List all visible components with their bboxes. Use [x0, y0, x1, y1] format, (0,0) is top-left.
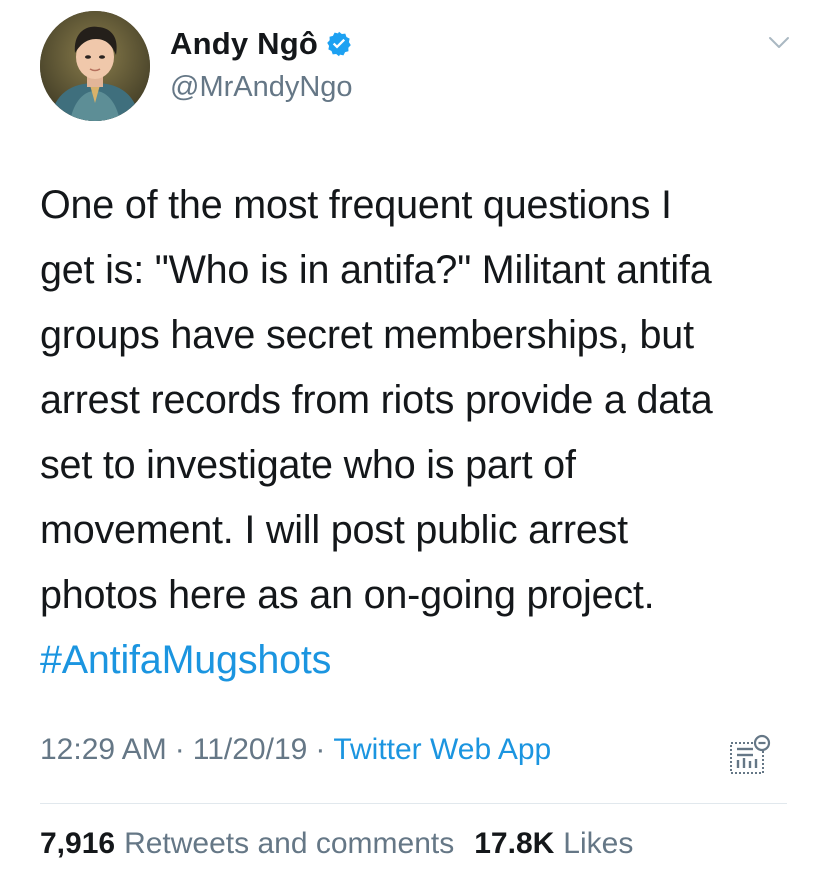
stats-divider [40, 803, 787, 804]
author-name-row[interactable]: Andy Ngô [170, 26, 353, 62]
tweet-source-link[interactable]: Twitter Web App [333, 733, 551, 767]
tweet-meta: 12:29 AM · 11/20/19 · Twitter Web App [40, 733, 551, 767]
tweet-text-line: set to investigate who is part of [40, 443, 576, 487]
tweet-time[interactable]: 12:29 AM [40, 733, 167, 767]
retweets-label[interactable]: Retweets and comments [124, 827, 454, 861]
chevron-down-icon[interactable] [768, 35, 790, 51]
tweet-text-line: photos here as an on-going project. [40, 573, 655, 617]
avatar[interactable] [40, 11, 150, 121]
meta-separator: · [174, 733, 185, 766]
tweet-text: One of the most frequent questions I get… [40, 173, 800, 693]
tweet-stats: 7,916 Retweets and comments 17.8K Likes [40, 827, 653, 861]
tweet-text-line: movement. I will post public arrest [40, 508, 628, 552]
avatar-illustration [40, 11, 150, 121]
likes-label[interactable]: Likes [563, 827, 633, 861]
retweets-count[interactable]: 7,916 [40, 827, 115, 861]
verified-badge-icon [327, 31, 351, 57]
likes-count[interactable]: 17.8K [474, 827, 554, 861]
author-handle[interactable]: @MrAndyNgo [170, 71, 353, 104]
tweet-analytics-icon[interactable] [729, 734, 771, 776]
tweet-text-line: groups have secret memberships, but [40, 313, 694, 357]
tweet-text-line: get is: "Who is in antifa?" Militant ant… [40, 248, 712, 292]
tweet-text-line: arrest records from riots provide a data [40, 378, 713, 422]
hashtag-link[interactable]: #AntifaMugshots [40, 628, 800, 693]
tweet-date[interactable]: 11/20/19 [193, 733, 308, 767]
tweet-text-line: One of the most frequent questions I [40, 183, 672, 227]
author-display-name[interactable]: Andy Ngô [170, 26, 318, 62]
meta-separator: · [315, 733, 326, 766]
